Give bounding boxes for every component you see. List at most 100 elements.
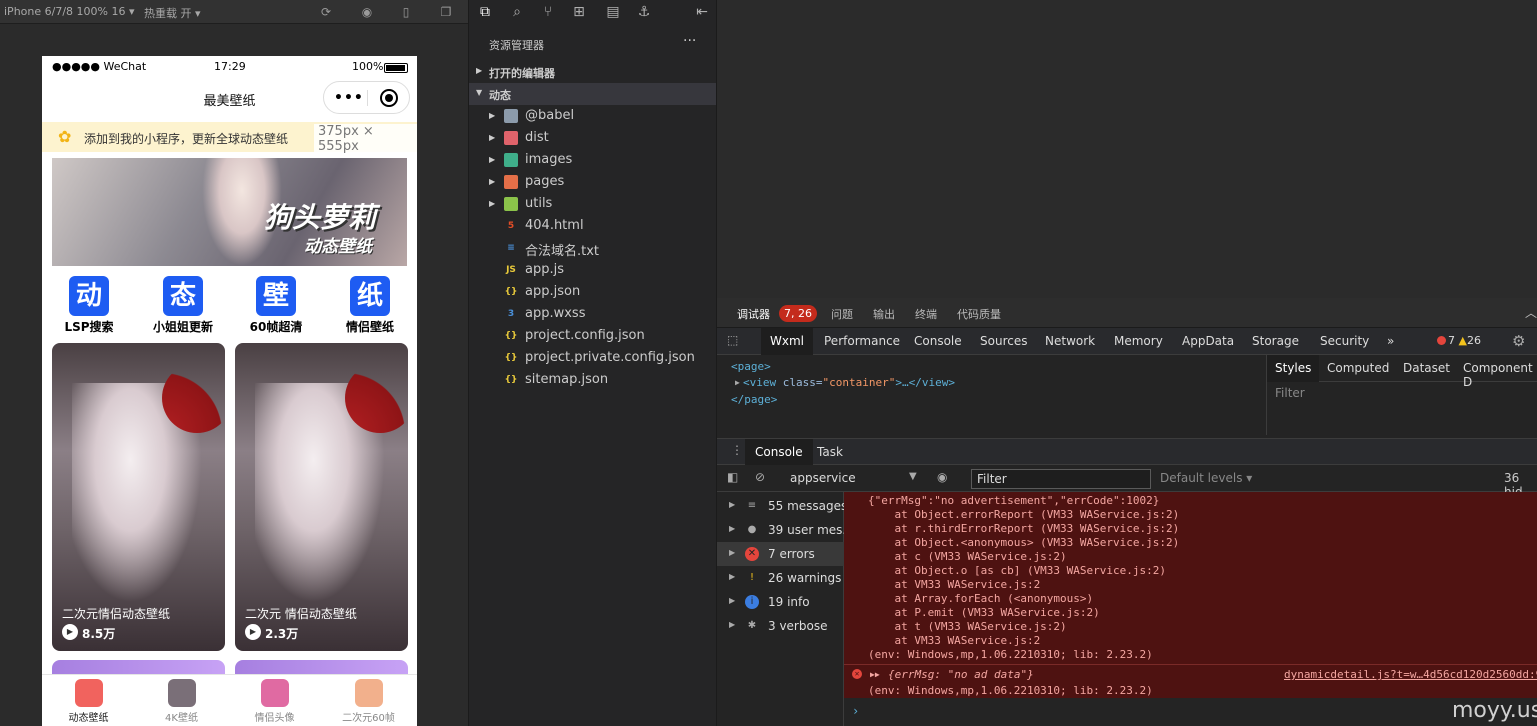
wallpaper-card[interactable]: 二次元情侣动态壁纸 ▶ 8.5万 bbox=[52, 343, 225, 651]
tab-problems[interactable]: 问题 bbox=[831, 306, 853, 322]
tree-folder[interactable]: ▶ pages bbox=[469, 171, 717, 193]
tab-console-drawer[interactable]: Console bbox=[745, 439, 813, 466]
tree-folder[interactable]: ▶ dist bbox=[469, 127, 717, 149]
more-tabs-button[interactable]: » bbox=[1387, 334, 1394, 348]
collapse-panel-icon[interactable]: ⇤ bbox=[693, 3, 711, 21]
styles-filter-input[interactable]: Filter bbox=[1271, 386, 1521, 404]
tab-4k-wallpaper[interactable]: 4K壁纸 bbox=[135, 679, 228, 724]
tree-item-label: images bbox=[525, 152, 573, 167]
category-item[interactable]: 态 小姐姐更新 bbox=[143, 276, 223, 335]
log-levels-dropdown[interactable]: Default levels ▾ bbox=[1160, 471, 1252, 485]
error-source-link[interactable]: dynamicdetail.js?t=w…4d56cd120d2560dd:9 bbox=[1284, 668, 1537, 681]
tree-file[interactable]: 5 404.html bbox=[469, 215, 717, 237]
window-icon[interactable]: ❐ bbox=[438, 4, 454, 20]
tab-computed[interactable]: Computed bbox=[1327, 361, 1389, 375]
git-icon[interactable]: ⑂ bbox=[539, 3, 557, 21]
tab-performance[interactable]: Performance bbox=[824, 334, 900, 348]
simulator-toolbar: iPhone 6/7/8 100% 16 ▾ 热重载 开 ▾ ⟳ ◉ ▯ ❐ bbox=[0, 0, 468, 24]
tab-output[interactable]: 输出 bbox=[873, 306, 895, 322]
tab-debugger[interactable]: 调试器 bbox=[737, 306, 770, 322]
category-item[interactable]: 纸 情侣壁纸 bbox=[330, 276, 410, 335]
console-prompt[interactable]: › bbox=[852, 704, 859, 718]
tree-file[interactable]: 3 app.wxss bbox=[469, 303, 717, 325]
search-icon[interactable]: ⌕ bbox=[508, 3, 526, 21]
tab-console[interactable]: Console bbox=[914, 334, 962, 348]
error-message-block[interactable]: ✕ ▶▶ {errMsg: "no ad data"} dynamicdetai… bbox=[844, 664, 1537, 698]
tree-item-label: 404.html bbox=[525, 218, 584, 233]
console-filter-input[interactable]: Filter bbox=[971, 469, 1151, 489]
chevron-up-icon[interactable]: ︿ bbox=[1525, 304, 1537, 321]
tree-file[interactable]: {} sitemap.json bbox=[469, 369, 717, 391]
open-editors-section[interactable]: ▶ 打开的编辑器 bbox=[469, 61, 717, 83]
sidebar-toggle-icon[interactable]: ◧ bbox=[727, 470, 738, 484]
tab-wxml[interactable]: Wxml bbox=[761, 328, 813, 355]
tab-storage[interactable]: Storage bbox=[1252, 334, 1299, 348]
tab-dataset[interactable]: Dataset bbox=[1403, 361, 1450, 375]
tree-file[interactable]: {} app.json bbox=[469, 281, 717, 303]
tab-anime-60fps[interactable]: 二次元60帧 bbox=[322, 679, 415, 724]
wxml-tree: <page> ▶ <view class="container">…</view… bbox=[717, 355, 1267, 435]
files-icon[interactable]: ⧉ bbox=[476, 3, 494, 21]
phone-icon[interactable]: ▯ bbox=[398, 4, 414, 20]
tree-file[interactable]: {} project.config.json bbox=[469, 325, 717, 347]
tab-code-quality[interactable]: 代码质量 bbox=[957, 306, 1001, 322]
banner-image[interactable]: 狗头萝莉 动态壁纸 bbox=[52, 158, 407, 266]
tree-file[interactable]: ≡ 合法域名.txt bbox=[469, 237, 717, 259]
activity-bar: ⧉ ⌕ ⑂ ⊞ ▤ ⚓ ⇤ bbox=[469, 0, 717, 24]
tree-file[interactable]: {} project.private.config.json bbox=[469, 347, 717, 369]
gear-icon[interactable]: ⚙ bbox=[1512, 332, 1525, 350]
status-bar: ●●●●● WeChat 17:29 100% bbox=[42, 56, 417, 78]
expand-triangle-icon[interactable]: ▶▶ bbox=[870, 670, 880, 679]
tab-network[interactable]: Network bbox=[1045, 334, 1095, 348]
tab-task[interactable]: Task bbox=[817, 445, 843, 459]
category-item[interactable]: 动 LSP搜索 bbox=[49, 276, 129, 335]
tab-sources[interactable]: Sources bbox=[980, 334, 1027, 348]
tab-component-data[interactable]: Component D bbox=[1463, 361, 1537, 389]
tree-file[interactable]: JS app.js bbox=[469, 259, 717, 281]
close-miniprogram-icon[interactable] bbox=[380, 89, 398, 107]
eye-icon[interactable]: ◉ bbox=[937, 470, 947, 484]
tree-folder[interactable]: ▶ images bbox=[469, 149, 717, 171]
clear-console-icon[interactable]: ⊘ bbox=[755, 470, 765, 484]
wxml-node-page-close[interactable]: </page> bbox=[731, 393, 777, 406]
console-filter-item[interactable]: ▶ ✱ 3 verbose bbox=[717, 614, 844, 638]
chevron-down-icon[interactable]: ▼ bbox=[909, 471, 917, 482]
hot-reload-toggle[interactable]: 热重载 开 ▾ bbox=[144, 5, 201, 21]
inspect-element-icon[interactable]: ⬚ bbox=[727, 333, 742, 348]
tab-appdata[interactable]: AppData bbox=[1182, 334, 1234, 348]
tree-folder[interactable]: ▶ @babel bbox=[469, 105, 717, 127]
storage-icon[interactable]: ▤ bbox=[604, 3, 622, 21]
device-selector[interactable]: iPhone 6/7/8 100% 16 ▾ bbox=[4, 5, 135, 18]
project-section[interactable]: ▼ 动态 bbox=[469, 83, 717, 105]
extensions-icon[interactable]: ⊞ bbox=[570, 3, 588, 21]
tab-security[interactable]: Security bbox=[1320, 334, 1369, 348]
stack-trace-line: (env: Windows,mp,1.06.2210310; lib: 2.23… bbox=[868, 648, 1153, 661]
category-item[interactable]: 壁 60帧超清 bbox=[236, 276, 316, 335]
stop-icon[interactable]: ◉ bbox=[359, 4, 375, 20]
tab-couple-avatar[interactable]: 情侣头像 bbox=[228, 679, 321, 724]
tree-folder[interactable]: ▶ utils bbox=[469, 193, 717, 215]
refresh-icon[interactable]: ⟳ bbox=[318, 4, 334, 20]
console-filter-item[interactable]: ▶ ✕ 7 errors bbox=[717, 542, 844, 566]
expand-triangle-icon[interactable]: ▶ bbox=[735, 378, 740, 387]
console-filter-item[interactable]: ▶ ≡ 55 messages bbox=[717, 494, 847, 518]
wallpaper-card[interactable]: 二次元 情侣动态壁纸 ▶ 2.3万 bbox=[235, 343, 408, 651]
console-filter-item[interactable]: ▶ ● 39 user mes... bbox=[717, 518, 854, 542]
tab-memory[interactable]: Memory bbox=[1114, 334, 1163, 348]
console-filter-item[interactable]: ▶! 26 warnings bbox=[717, 566, 844, 590]
console-sidebar: ▶ ≡ 55 messages ▶ ● 39 user mes... ▶ ✕ 7 errors ▶… bbox=[717, 492, 854, 726]
explorer-more-button[interactable]: ··· bbox=[683, 33, 696, 49]
error-message-block[interactable]: {"errMsg":"no advertisement","errCode":1… bbox=[844, 492, 1537, 664]
wxml-node-page[interactable]: <page> bbox=[731, 360, 771, 373]
more-menu-button[interactable]: ••• bbox=[334, 90, 364, 106]
context-selector[interactable]: appservice bbox=[790, 471, 856, 485]
wxml-node-view[interactable]: <view class="container">…</view> bbox=[743, 376, 955, 389]
console-filter-item[interactable]: ▶ i 19 info bbox=[717, 590, 844, 614]
tab-styles[interactable]: Styles bbox=[1267, 355, 1320, 382]
docker-icon[interactable]: ⚓ bbox=[635, 3, 653, 21]
kebab-menu-icon[interactable]: ⋮ bbox=[731, 443, 743, 457]
issue-counter[interactable]: 7 ▲26 bbox=[1437, 334, 1481, 347]
tab-terminal[interactable]: 终端 bbox=[915, 306, 937, 322]
tab-dynamic-wallpaper[interactable]: 动态壁纸 bbox=[42, 679, 135, 724]
tab-label: 二次元60帧 bbox=[342, 713, 395, 724]
